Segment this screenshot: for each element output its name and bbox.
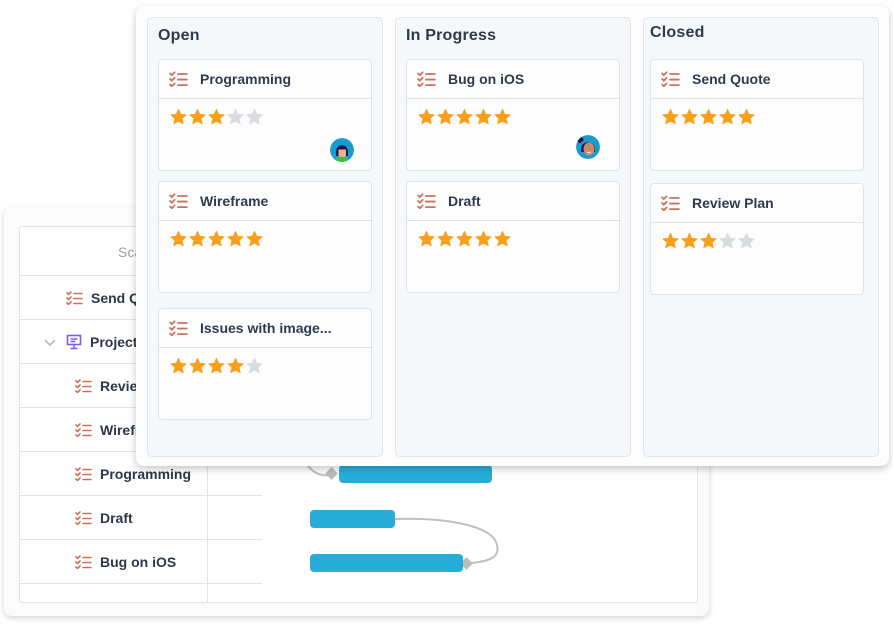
star-filled-icon[interactable] [494, 108, 511, 125]
gantt-bar-draft[interactable] [310, 510, 395, 528]
star-filled-icon[interactable] [418, 108, 435, 125]
kanban-card[interactable]: Programming [158, 59, 372, 171]
kanban-card[interactable]: Issues with image... [158, 308, 372, 420]
kanban-window: Open Programming Wireframe Issues with i… [136, 6, 889, 466]
assignee-avatar[interactable] [330, 138, 354, 162]
star-filled-icon[interactable] [700, 232, 717, 249]
gantt-bar-bug-on-ios[interactable] [310, 554, 463, 572]
star-rating[interactable] [662, 108, 755, 125]
star-rating[interactable] [418, 230, 511, 247]
star-filled-icon[interactable] [662, 232, 679, 249]
task-icon [169, 320, 188, 336]
star-filled-icon[interactable] [456, 230, 473, 247]
star-filled-icon[interactable] [246, 230, 263, 247]
star-empty-icon[interactable] [738, 232, 755, 249]
star-empty-icon[interactable] [719, 232, 736, 249]
dependency-arrow-diamond [325, 467, 338, 480]
star-filled-icon[interactable] [418, 230, 435, 247]
star-filled-icon[interactable] [170, 108, 187, 125]
star-filled-icon[interactable] [738, 108, 755, 125]
star-filled-icon[interactable] [227, 230, 244, 247]
star-empty-icon[interactable] [246, 357, 263, 374]
kanban-column-in-progress: In Progress Bug on iOS Draft [395, 17, 631, 457]
card-title: Programming [200, 71, 292, 87]
task-icon [417, 71, 436, 87]
kanban-card[interactable]: Review Plan [650, 183, 864, 295]
star-filled-icon[interactable] [208, 357, 225, 374]
kanban-card[interactable]: Wireframe [158, 181, 372, 293]
star-filled-icon[interactable] [170, 357, 187, 374]
kanban-card[interactable]: Draft [406, 181, 620, 293]
star-rating[interactable] [170, 230, 263, 247]
kanban-card[interactable]: Send Quote [650, 59, 864, 171]
card-title: Send Quote [692, 71, 771, 87]
task-icon [661, 195, 680, 211]
assignee-avatar[interactable] [576, 135, 600, 159]
star-filled-icon[interactable] [681, 232, 698, 249]
column-title: Closed [650, 24, 705, 41]
star-rating[interactable] [418, 108, 511, 125]
star-filled-icon[interactable] [475, 230, 492, 247]
star-empty-icon[interactable] [246, 108, 263, 125]
star-filled-icon[interactable] [700, 108, 717, 125]
star-filled-icon[interactable] [189, 108, 206, 125]
star-filled-icon[interactable] [494, 230, 511, 247]
card-title: Draft [448, 193, 481, 209]
card-title: Issues with image... [200, 320, 332, 336]
star-filled-icon[interactable] [170, 230, 187, 247]
star-filled-icon[interactable] [189, 230, 206, 247]
kanban-card[interactable]: Bug on iOS [406, 59, 620, 171]
card-title: Wireframe [200, 193, 269, 209]
card-title: Review Plan [692, 195, 774, 211]
card-title: Bug on iOS [448, 71, 525, 87]
task-icon [661, 71, 680, 87]
star-filled-icon[interactable] [189, 357, 206, 374]
star-empty-icon[interactable] [227, 108, 244, 125]
column-title: In Progress [406, 27, 497, 44]
star-filled-icon[interactable] [456, 108, 473, 125]
column-title: Open [158, 27, 200, 44]
star-filled-icon[interactable] [208, 230, 225, 247]
star-rating[interactable] [170, 108, 263, 125]
star-rating[interactable] [170, 357, 263, 374]
task-icon [169, 193, 188, 209]
star-filled-icon[interactable] [475, 108, 492, 125]
star-filled-icon[interactable] [437, 108, 454, 125]
star-filled-icon[interactable] [662, 108, 679, 125]
gantt-bar-programming[interactable] [339, 465, 492, 483]
kanban-column-closed: Closed Send Quote Review Plan [643, 17, 879, 457]
star-filled-icon[interactable] [437, 230, 454, 247]
star-filled-icon[interactable] [208, 108, 225, 125]
star-rating[interactable] [662, 232, 755, 249]
star-filled-icon[interactable] [681, 108, 698, 125]
kanban-column-open: Open Programming Wireframe Issues with i… [147, 17, 383, 457]
task-icon [169, 71, 188, 87]
task-icon [417, 193, 436, 209]
star-filled-icon[interactable] [719, 108, 736, 125]
star-filled-icon[interactable] [227, 357, 244, 374]
